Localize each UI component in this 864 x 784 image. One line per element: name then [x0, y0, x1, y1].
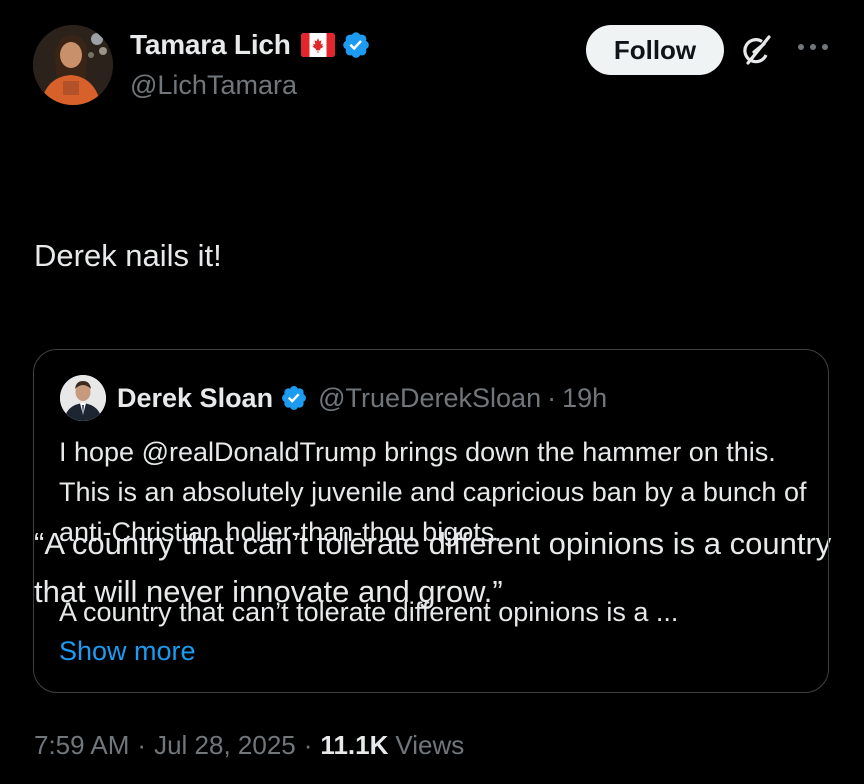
quoted-tweet-text: I hope @realDonaldTrump brings down the … [59, 432, 809, 632]
quoted-separator-dot: · [547, 382, 557, 413]
follow-button[interactable]: Follow [586, 25, 724, 75]
quoted-text-spacer [59, 552, 809, 592]
author-name-row: Tamara Lich [130, 28, 371, 62]
more-dots-icon[interactable] [796, 40, 830, 54]
canada-flag-icon [300, 33, 335, 57]
quoted-verified-badge-icon [280, 384, 308, 412]
tweet: Tamara Lich @LichTamara Follow Derek nai… [0, 0, 864, 784]
meta-separator-2: · [303, 730, 313, 760]
tweet-meta: 7:59 AM · Jul 28, 2025 · 11.1K Views [34, 730, 464, 761]
verified-badge-icon[interactable] [341, 30, 371, 60]
quoted-tweet-header: Derek Sloan @TrueDerekSloan · 19h [117, 380, 607, 416]
quoted-tweet-card[interactable]: Derek Sloan @TrueDerekSloan · 19h I hope… [33, 349, 829, 693]
quoted-text-paragraph2: A country that can’t tolerate different … [59, 597, 679, 627]
quoted-text-paragraph1: I hope @realDonaldTrump brings down the … [59, 437, 807, 547]
views-count: 11.1K [320, 730, 389, 760]
quoted-author-name[interactable]: Derek Sloan [117, 383, 273, 414]
quoted-author-avatar [60, 375, 106, 421]
views-label: Views [395, 730, 465, 760]
grok-icon[interactable] [738, 31, 776, 69]
tweet-date[interactable]: Jul 28, 2025 [154, 730, 296, 761]
tweet-time[interactable]: 7:59 AM [34, 730, 129, 761]
author-name[interactable]: Tamara Lich [130, 29, 291, 61]
author-avatar[interactable] [33, 25, 113, 105]
meta-separator-1: · [137, 730, 147, 760]
tweet-text-line1: Derek nails it! [34, 238, 222, 273]
show-more-link[interactable]: Show more [59, 631, 196, 671]
quoted-author-handle[interactable]: @TrueDerekSloan [318, 383, 541, 414]
author-handle[interactable]: @LichTamara [130, 70, 297, 101]
quoted-timestamp[interactable]: 19h [562, 383, 607, 414]
